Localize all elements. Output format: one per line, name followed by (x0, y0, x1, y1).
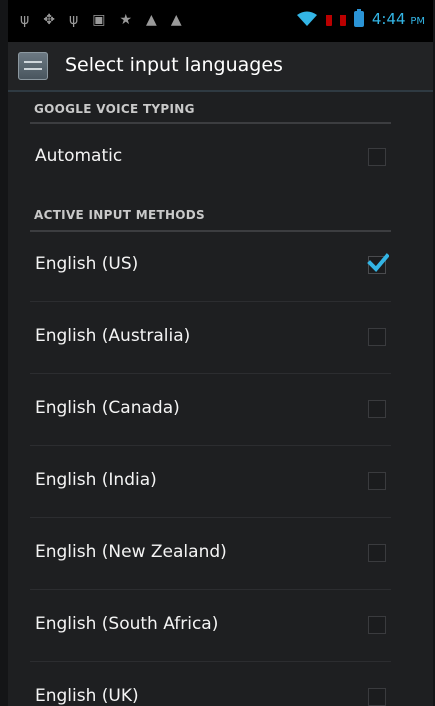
page-title: Select input languages (65, 54, 283, 76)
warning-icon: ▲ (146, 12, 157, 28)
row-divider (30, 589, 391, 590)
list-item-automatic[interactable]: Automatic (8, 124, 433, 194)
checkbox[interactable] (368, 400, 386, 418)
list-item-english-south-africa[interactable]: English (South Africa) (8, 592, 433, 662)
picture-icon: ▣ (92, 12, 106, 28)
row-divider (30, 301, 391, 302)
list-item-english-india[interactable]: English (India) (8, 448, 433, 518)
section-header-active: ACTIVE INPUT METHODS (8, 198, 433, 232)
list-item-english-us[interactable]: English (US) (8, 232, 433, 302)
list-item-label: Automatic (35, 146, 123, 166)
row-divider (30, 373, 391, 374)
checkbox[interactable] (368, 616, 386, 634)
notification-icons: ψ ✥ ψ ▣ ★ ▲ ▲ (20, 12, 182, 28)
list-item-label: English (New Zealand) (35, 542, 227, 562)
signal-icon (325, 12, 332, 26)
list-item-english-new-zealand[interactable]: English (New Zealand) (8, 520, 433, 590)
row-divider (30, 445, 391, 446)
list-item-label: English (India) (35, 470, 157, 490)
section-header-voice: GOOGLE VOICE TYPING (8, 92, 433, 124)
section-header-label: ACTIVE INPUT METHODS (34, 208, 205, 222)
checkbox[interactable] (368, 472, 386, 490)
debug-icon: ✥ (43, 12, 55, 28)
action-bar: Select input languages (8, 42, 433, 92)
wifi-icon (296, 11, 317, 26)
settings-app-icon[interactable] (18, 52, 48, 80)
checkbox[interactable] (368, 688, 386, 706)
section-header-label: GOOGLE VOICE TYPING (34, 102, 195, 116)
list-item-english-australia[interactable]: English (Australia) (8, 304, 433, 374)
checkbox[interactable] (368, 148, 386, 166)
usb-icon: ψ (20, 12, 30, 28)
row-divider (30, 517, 391, 518)
battery-icon (353, 9, 364, 27)
list-item-label: English (UK) (35, 686, 139, 706)
usb-icon: ψ (68, 12, 79, 28)
list-item-label: English (US) (35, 254, 139, 274)
list-item-english-uk[interactable]: English (UK) (8, 664, 433, 706)
status-bar: ψ ✥ ψ ▣ ★ ▲ ▲ 4:44 PM (8, 0, 433, 42)
warning-icon: ▲ (170, 12, 182, 28)
checkmark-icon (367, 253, 389, 272)
star-icon: ★ (119, 12, 133, 28)
system-icons: 4:44 PM (296, 9, 425, 28)
settings-screen: ψ ✥ ψ ▣ ★ ▲ ▲ 4:44 PM Select input langu… (8, 0, 433, 706)
row-divider (30, 661, 391, 662)
checkbox[interactable] (368, 544, 386, 562)
checkbox-checked[interactable] (367, 253, 389, 274)
list-item-label: English (Canada) (35, 398, 180, 418)
checkbox[interactable] (368, 328, 386, 346)
status-clock: 4:44 PM (371, 10, 425, 28)
signal-icon (339, 12, 346, 26)
list-item-label: English (South Africa) (35, 614, 219, 634)
list-item-english-canada[interactable]: English (Canada) (8, 376, 433, 446)
list-item-label: English (Australia) (35, 326, 191, 346)
